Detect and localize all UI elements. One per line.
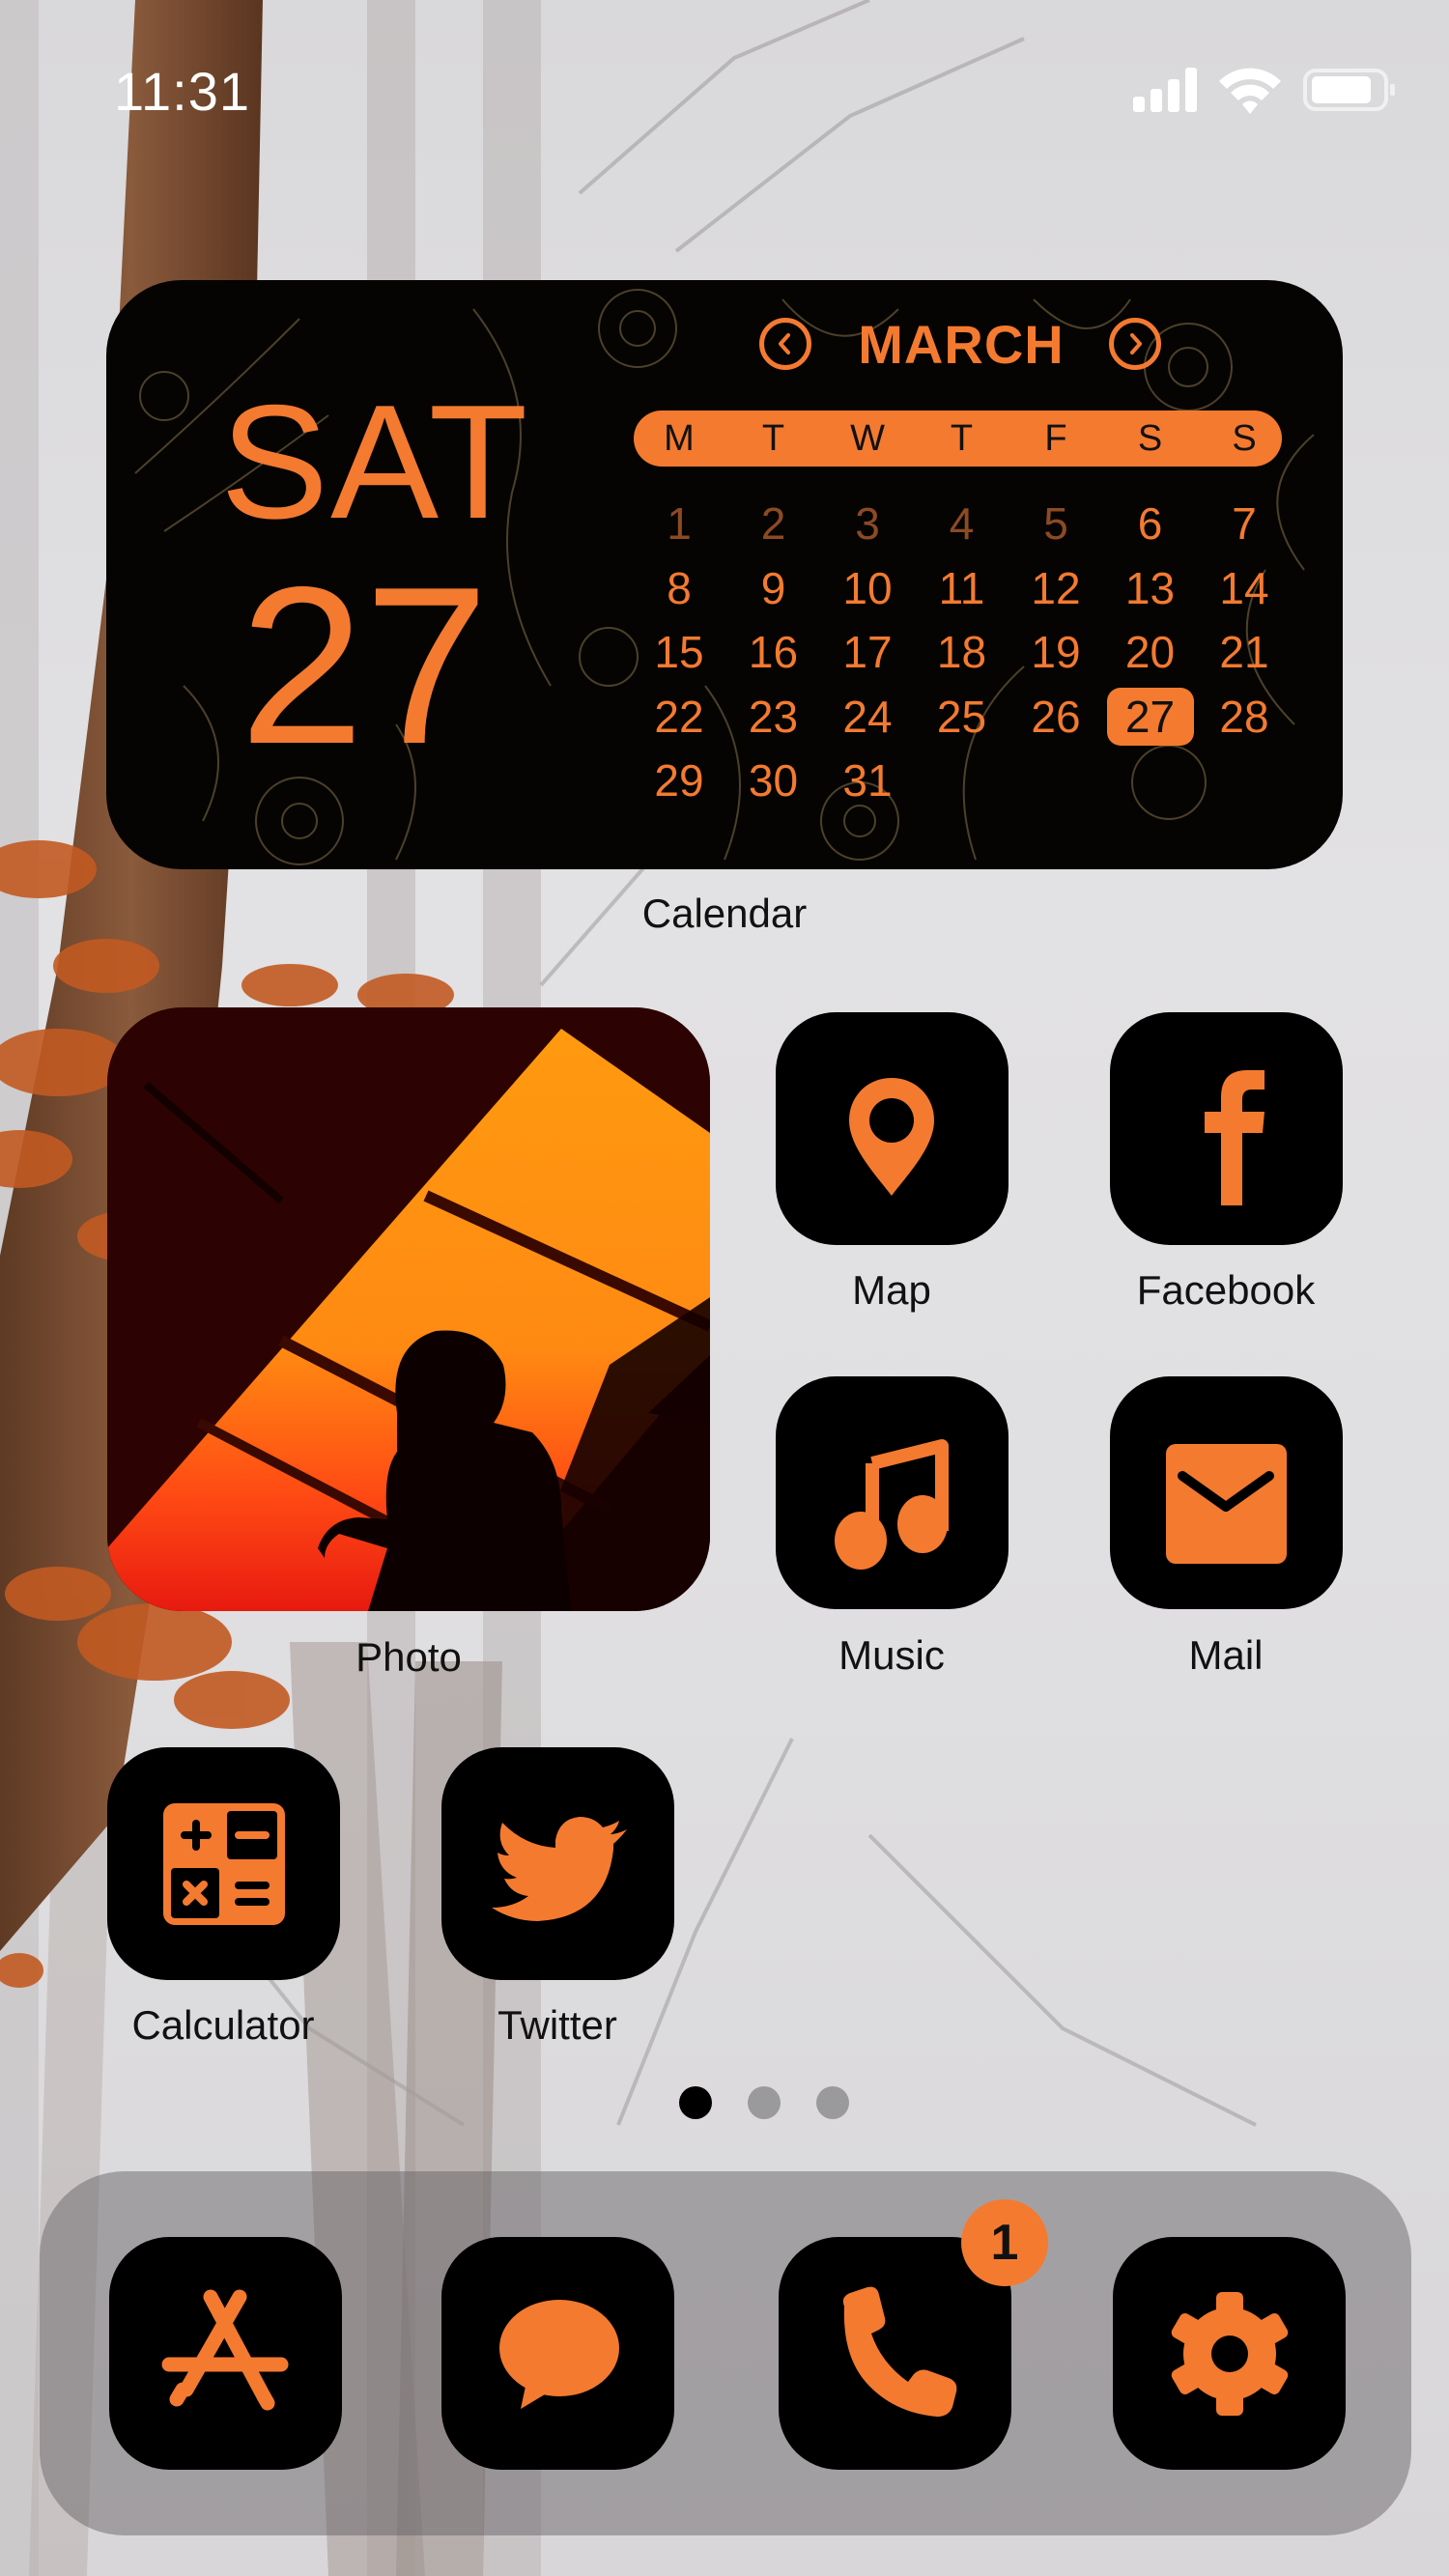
app-label-twitter: Twitter [497, 2002, 617, 2048]
calendar-day[interactable]: 22 [636, 688, 723, 746]
calendar-day[interactable]: 14 [1201, 559, 1288, 617]
gear-icon [1171, 2292, 1289, 2416]
status-icons [1130, 64, 1401, 116]
calendar-day[interactable]: 26 [1012, 688, 1099, 746]
weekday-label: W [850, 418, 885, 459]
calendar-day[interactable]: 5 [1012, 495, 1099, 552]
dock-messages[interactable] [441, 2237, 674, 2470]
calendar-day[interactable]: 16 [730, 623, 817, 681]
status-time: 11:31 [114, 61, 250, 122]
weekday-label: T [950, 418, 974, 459]
calendar-day[interactable]: 9 [730, 559, 817, 617]
calendar-day[interactable]: 11 [919, 559, 1006, 617]
calendar-widget[interactable]: SAT 27 MARCH MTWTFSS 1 2 3 4 5 6 7 8 9 10 11 12 13 14… [106, 280, 1343, 869]
app-label-music: Music [838, 1632, 945, 1678]
app-map[interactable] [776, 1012, 1009, 1245]
calendar-day[interactable]: 4 [919, 495, 1006, 552]
weekday-label: T [761, 418, 785, 459]
app-facebook[interactable] [1110, 1012, 1343, 1245]
battery-level [1312, 76, 1371, 103]
calendar-day[interactable]: 15 [636, 623, 723, 681]
weekday-header: MTWTFSS [634, 410, 1282, 467]
calendar-day[interactable]: 24 [824, 688, 911, 746]
calendar-widget-label: Calendar [641, 891, 808, 936]
mail-envelope-icon [1166, 1444, 1287, 1564]
app-label-facebook: Facebook [1136, 1267, 1316, 1313]
month-header: MARCH [647, 314, 1275, 376]
dock-app-store[interactable] [109, 2237, 342, 2470]
page-dot[interactable] [816, 2086, 849, 2119]
app-twitter[interactable] [441, 1747, 674, 1980]
calendar-day[interactable]: 28 [1201, 688, 1288, 746]
calendar-day[interactable]: 17 [824, 623, 911, 681]
app-label-mail: Mail [1188, 1632, 1264, 1678]
calendar-day[interactable]: 18 [919, 623, 1006, 681]
cellular-signal-icon [1133, 68, 1197, 112]
calendar-day[interactable]: 10 [824, 559, 911, 617]
weekday-label: M [664, 418, 695, 459]
battery-icon [1303, 69, 1395, 111]
chevron-right-circle-icon [1130, 333, 1142, 354]
photo-image [107, 1007, 710, 1611]
calendar-day[interactable]: 30 [730, 751, 817, 809]
weekday-label: S [1232, 418, 1257, 459]
day-of-week: SAT [220, 371, 530, 552]
app-mail[interactable] [1110, 1376, 1343, 1609]
calculator-icon [163, 1803, 285, 1925]
message-bubble-icon [499, 2300, 619, 2409]
calendar-day[interactable]: 25 [919, 688, 1006, 746]
map-pin-icon [849, 1078, 934, 1196]
app-music[interactable] [776, 1376, 1009, 1609]
calendar-day[interactable]: 8 [636, 559, 723, 617]
next-month-button[interactable] [1109, 318, 1161, 370]
calendar-day[interactable]: 19 [1012, 623, 1099, 681]
photo-widget[interactable] [107, 1007, 710, 1611]
app-calculator[interactable] [107, 1747, 340, 1980]
twitter-bird-icon [492, 1817, 627, 1921]
app-label-calculator: Calculator [131, 2002, 315, 2048]
page-dot[interactable] [748, 2086, 781, 2119]
calendar-day[interactable]: 12 [1012, 559, 1099, 617]
calendar-day[interactable]: 29 [636, 751, 723, 809]
month-label: MARCH [858, 314, 1065, 375]
big-date: 27 [240, 541, 490, 791]
calendar-day[interactable]: 1 [636, 495, 723, 552]
calendar-day[interactable]: 13 [1107, 559, 1194, 617]
calendar-day[interactable]: 7 [1201, 495, 1288, 552]
app-store-icon [161, 2289, 289, 2411]
calendar-day[interactable]: 6 [1107, 495, 1194, 552]
music-note-icon [835, 1439, 949, 1570]
app-label-map: Map [852, 1267, 931, 1313]
calendar-day[interactable]: 2 [730, 495, 817, 552]
dock-settings[interactable] [1113, 2237, 1346, 2470]
calendar-day[interactable]: 21 [1201, 623, 1288, 681]
wifi-icon [1219, 68, 1281, 114]
calendar-day[interactable]: 31 [824, 751, 911, 809]
weekday-label: S [1137, 418, 1163, 459]
photo-widget-label: Photo [355, 1634, 462, 1680]
phone-notification-badge: 1 [961, 2199, 1048, 2286]
page-dot-active[interactable] [679, 2086, 712, 2119]
calendar-day-today[interactable]: 27 [1106, 687, 1194, 746]
calendar-day[interactable]: 23 [730, 688, 817, 746]
facebook-icon [1205, 1070, 1264, 1205]
calendar-day[interactable]: 20 [1107, 623, 1194, 681]
calendar-day[interactable]: 3 [824, 495, 911, 552]
weekday-label: F [1044, 418, 1067, 459]
